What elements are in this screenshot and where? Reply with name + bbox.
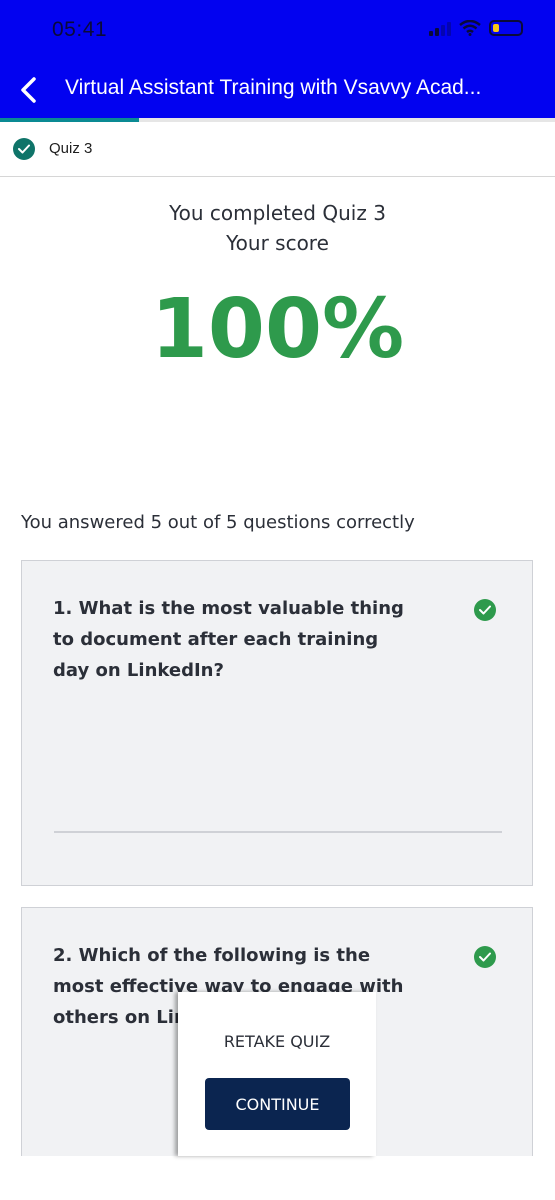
retake-quiz-button[interactable]: RETAKE QUIZ	[178, 1032, 376, 1051]
question-text: 1. What is the most valuable thing to do…	[53, 598, 404, 681]
wifi-icon	[459, 20, 481, 36]
continue-button[interactable]: CONTINUE	[205, 1078, 350, 1130]
answered-summary: You answered 5 out of 5 questions correc…	[21, 512, 415, 533]
completed-text: You completed Quiz 3	[169, 201, 386, 225]
battery-icon	[489, 20, 523, 36]
card-divider	[54, 831, 502, 833]
chevron-left-icon	[21, 77, 36, 103]
score-label: Your score	[226, 231, 329, 255]
result-heading: You completed Quiz 3 Your score	[0, 198, 555, 258]
page-title: Virtual Assistant Training with Vsavvy A…	[65, 76, 482, 99]
correct-check-icon	[474, 599, 496, 621]
cellular-signal-icon	[429, 20, 451, 36]
check-circle-icon	[13, 138, 35, 160]
score-value: 100%	[150, 282, 405, 377]
question-card[interactable]: 1. What is the most valuable thing to do…	[21, 560, 533, 886]
app-header: Virtual Assistant Training with Vsavvy A…	[0, 62, 555, 118]
quiz-actions-panel: RETAKE QUIZ CONTINUE	[178, 992, 376, 1156]
quiz-label: Quiz 3	[49, 140, 93, 157]
bottom-area	[0, 1156, 555, 1200]
status-icons	[429, 20, 523, 36]
status-time: 05:41	[52, 18, 108, 41]
back-button[interactable]	[12, 74, 44, 106]
correct-check-icon	[474, 946, 496, 968]
status-bar: 05:41	[0, 0, 555, 62]
quiz-item[interactable]: Quiz 3	[0, 122, 555, 177]
